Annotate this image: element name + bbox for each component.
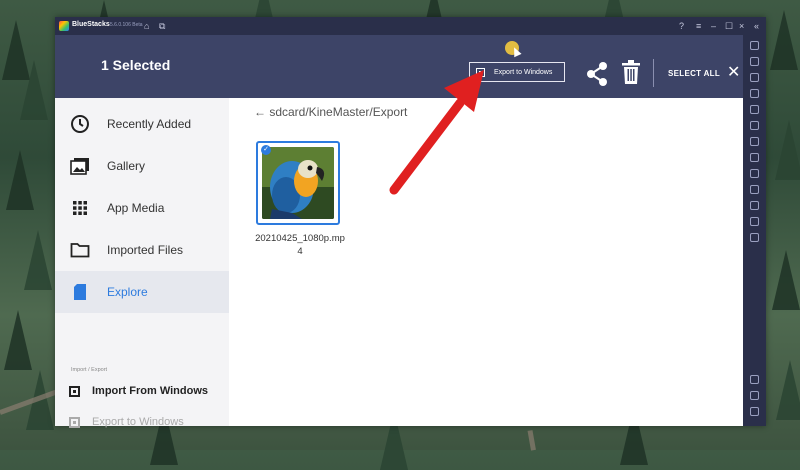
- maximize-icon[interactable]: ☐: [725, 20, 733, 32]
- volume-up-icon[interactable]: [750, 57, 759, 66]
- breadcrumb[interactable]: ← sdcard/KineMaster/Export: [254, 105, 407, 119]
- close-selection-icon[interactable]: ✕: [727, 62, 740, 82]
- gallery-icon: [70, 158, 89, 175]
- select-all-button[interactable]: SELECT ALL: [668, 69, 720, 78]
- appbar-divider: [653, 59, 654, 87]
- home-icon[interactable]: ⌂: [144, 20, 149, 32]
- media-icon[interactable]: [750, 89, 759, 98]
- sidebar-item-explore[interactable]: Explore: [55, 271, 229, 313]
- help-icon[interactable]: ?: [679, 20, 684, 32]
- export-to-windows-label: Export to Windows: [494, 68, 553, 76]
- import-from-windows-label: Import From Windows: [92, 385, 209, 397]
- export-icon: [476, 67, 485, 77]
- screenshot-icon[interactable]: [750, 105, 759, 114]
- sidebar-item-label: Imported Files: [107, 243, 184, 257]
- sdcard-icon: [74, 284, 86, 300]
- video-thumbnail-image: [262, 147, 334, 219]
- rotate-icon[interactable]: [750, 121, 759, 130]
- folder-icon: [70, 243, 90, 258]
- titlebar: BlueStacks 5.6.0.106 Beta ⌂ ⧉ ? ≡ – ☐ × …: [55, 17, 766, 35]
- grid-icon: [73, 201, 87, 215]
- export-to-windows-button[interactable]: Export to Windows: [469, 62, 565, 82]
- sidebar-item-app-media[interactable]: App Media: [55, 187, 229, 229]
- sidebar-item-gallery[interactable]: Gallery: [55, 145, 229, 187]
- minimize-icon[interactable]: –: [711, 20, 716, 32]
- multi-window-icon[interactable]: ⧉: [159, 20, 165, 32]
- import-export-section-title: Import / Export: [71, 367, 108, 373]
- sidebar-toggle-icon[interactable]: «: [754, 20, 759, 32]
- sidebar-item-label: Gallery: [107, 159, 146, 173]
- folder-icon[interactable]: [750, 185, 759, 194]
- selection-appbar: 1 Selected Export to Windows SELECT ALL …: [55, 35, 743, 98]
- sidebar-item-label: Recently Added: [107, 117, 192, 131]
- sidebar-item-imported-files[interactable]: Imported Files: [55, 229, 229, 271]
- window-version: 5.6.0.106 Beta: [110, 22, 143, 28]
- menu-icon[interactable]: ≡: [696, 20, 701, 32]
- export-to-windows-side-button[interactable]: Export to Windows: [69, 416, 184, 428]
- layers-icon[interactable]: [750, 217, 759, 226]
- import-icon: [69, 385, 80, 397]
- bluestacks-logo-icon: [59, 21, 69, 31]
- sidebar-item-label: App Media: [107, 201, 165, 215]
- sidebar-item-label: Explore: [107, 285, 148, 299]
- shake-icon[interactable]: [750, 137, 759, 146]
- back-icon[interactable]: [750, 391, 759, 400]
- macro-icon[interactable]: [750, 233, 759, 242]
- parrot-image: [262, 147, 334, 219]
- selected-count: 1 Selected: [101, 57, 171, 73]
- window-close-icon[interactable]: ×: [739, 20, 744, 32]
- delete-icon[interactable]: [622, 60, 640, 84]
- bluestacks-side-toolbar: [743, 35, 766, 426]
- keyboard-icon[interactable]: [750, 153, 759, 162]
- volume-down-icon[interactable]: [750, 73, 759, 82]
- multi-instance-icon[interactable]: [750, 201, 759, 210]
- fullscreen-icon[interactable]: [750, 41, 759, 50]
- sidebar: Recently Added Gallery App Media Importe…: [55, 98, 229, 428]
- import-from-windows-button[interactable]: Import From Windows: [69, 385, 208, 397]
- home-nav-icon[interactable]: [750, 407, 759, 416]
- export-to-windows-side-label: Export to Windows: [92, 416, 184, 428]
- bluestacks-window: BlueStacks 5.6.0.106 Beta ⌂ ⧉ ? ≡ – ☐ × …: [55, 17, 766, 428]
- sidebar-item-recently-added[interactable]: Recently Added: [55, 103, 229, 145]
- share-icon[interactable]: [586, 61, 608, 87]
- export-icon: [69, 416, 80, 428]
- window-title: BlueStacks: [72, 21, 110, 28]
- file-name: 20210425_1080p.mp4: [255, 233, 345, 257]
- clock-icon: [71, 115, 89, 133]
- selected-check-icon[interactable]: ✓: [261, 145, 271, 155]
- settings-icon[interactable]: [750, 375, 759, 384]
- file-browser: ← sdcard/KineMaster/Export ✓ 20210425_10…: [229, 98, 743, 426]
- location-icon[interactable]: [750, 169, 759, 178]
